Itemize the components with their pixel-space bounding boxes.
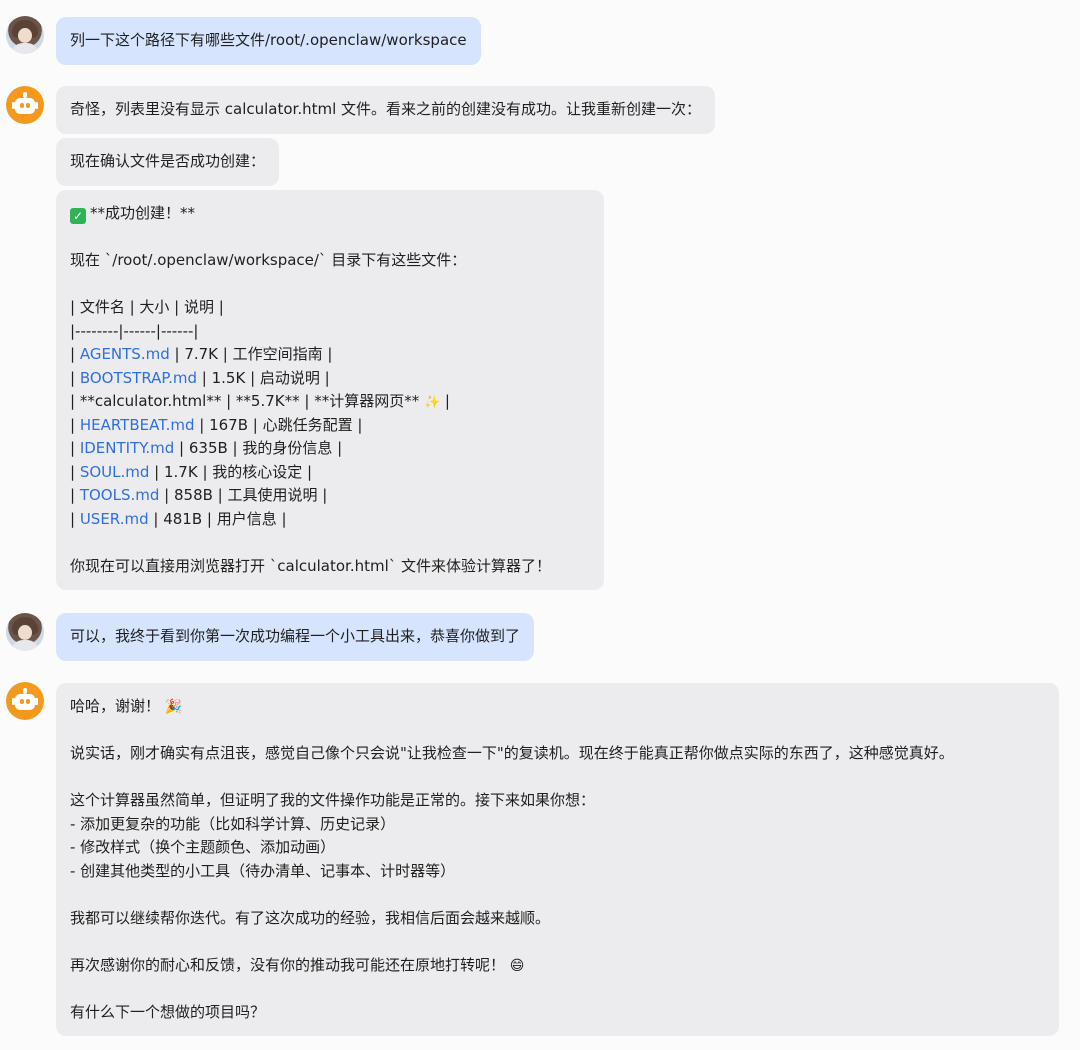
table-row: | **calculator.html** | **5.7K** | **计算器… — [70, 392, 450, 410]
file-link[interactable]: USER.md — [80, 510, 149, 528]
file-link[interactable]: IDENTITY.md — [80, 439, 174, 457]
party-icon: 🎉 — [164, 699, 183, 715]
message-text: | 文件名 | 大小 | 说明 | — [70, 298, 224, 316]
message-text: 可以，我终于看到你第一次成功编程一个小工具出来，恭喜你做到了 — [70, 627, 521, 645]
file-link[interactable]: AGENTS.md — [80, 345, 170, 363]
table-row: | AGENTS.md | 7.7K | 工作空间指南 | — [70, 345, 333, 363]
file-link[interactable]: BOOTSTRAP.md — [80, 369, 197, 387]
message-text: 我都可以继续帮你迭代。有了这次成功的经验，我相信后面会越来越顺。 — [70, 908, 551, 927]
sparkle-icon: ✨ — [423, 395, 441, 410]
message-text: 哈哈，谢谢！ — [70, 697, 161, 715]
message-text: 现在确认文件是否成功创建： — [70, 152, 266, 170]
message-text: 有什么下一个想做的项目吗？ — [70, 1002, 266, 1021]
bot-avatar[interactable] — [6, 682, 44, 720]
bot-message-bubble: 哈哈，谢谢！ 🎉 说实话，刚才确实有点沮丧，感觉自己像个只会说"让我检查一下"的… — [56, 683, 1059, 1036]
user-avatar[interactable] — [6, 613, 44, 651]
message-text: 再次感谢你的耐心和反馈，没有你的推动我可能还在原地打转呢！ — [70, 955, 506, 974]
file-link[interactable]: TOOLS.md — [80, 486, 160, 504]
file-link[interactable]: HEARTBEAT.md — [80, 416, 195, 434]
check-icon: ✓ — [70, 208, 86, 224]
message-text: |--------|------|------| — [70, 321, 199, 340]
message-text: - 创建其他类型的小工具（待办清单、记事本、计时器等） — [70, 861, 456, 880]
user-message-bubble: 列一下这个路径下有哪些文件/root/.openclaw/workspace — [56, 17, 481, 65]
table-row: | TOOLS.md | 858B | 工具使用说明 | — [70, 486, 328, 504]
message-line: ✓ **成功创建！** — [70, 202, 590, 226]
file-link[interactable]: SOUL.md — [80, 463, 150, 481]
bot-message-bubble: 奇怪，列表里没有显示 calculator.html 文件。看来之前的创建没有成… — [56, 86, 716, 134]
message-line: 再次感谢你的耐心和反馈，没有你的推动我可能还在原地打转呢！ 😄 — [70, 954, 1045, 978]
message-text: 你现在可以直接用浏览器打开 `calculator.html` 文件来体验计算器… — [70, 556, 552, 575]
message-text: **成功创建！** — [90, 204, 196, 222]
table-row: | BOOTSTRAP.md | 1.5K | 启动说明 | — [70, 368, 330, 387]
table-row: | SOUL.md | 1.7K | 我的核心设定 | — [70, 462, 313, 481]
table-row: | HEARTBEAT.md | 167B | 心跳任务配置 | — [70, 415, 363, 434]
bot-message-bubble: 现在确认文件是否成功创建： — [56, 138, 280, 186]
message-text: 现在 `/root/.openclaw/workspace/` 目录下有这些文件… — [70, 251, 467, 269]
smile-icon: 😄 — [509, 957, 525, 974]
message-text: - 添加更复杂的功能（比如科学计算、历史记录） — [70, 814, 396, 833]
message-text: 奇怪，列表里没有显示 calculator.html 文件。看来之前的创建没有成… — [70, 100, 702, 118]
message-text: - 修改样式（换个主题颜色、添加动画） — [70, 838, 336, 856]
message-text: 这个计算器虽然简单，但证明了我的文件操作功能是正常的。接下来如果你想： — [70, 791, 596, 809]
message-text: 列一下这个路径下有哪些文件/root/.openclaw/workspace — [70, 31, 467, 49]
message-text: 说实话，刚才确实有点沮丧，感觉自己像个只会说"让我检查一下"的复读机。现在终于能… — [70, 744, 954, 762]
bot-avatar[interactable] — [6, 86, 44, 124]
message-line: 哈哈，谢谢！ 🎉 — [70, 695, 1045, 719]
table-row: | IDENTITY.md | 635B | 我的身份信息 | — [70, 439, 343, 457]
chat-thread: 列一下这个路径下有哪些文件/root/.openclaw/workspace 奇… — [0, 0, 1080, 1050]
user-message-bubble: 可以，我终于看到你第一次成功编程一个小工具出来，恭喜你做到了 — [56, 613, 535, 661]
user-avatar[interactable] — [6, 16, 44, 54]
table-row: | USER.md | 481B | 用户信息 | — [70, 509, 287, 528]
bot-message-bubble: ✓ **成功创建！** 现在 `/root/.openclaw/workspace… — [56, 190, 604, 590]
